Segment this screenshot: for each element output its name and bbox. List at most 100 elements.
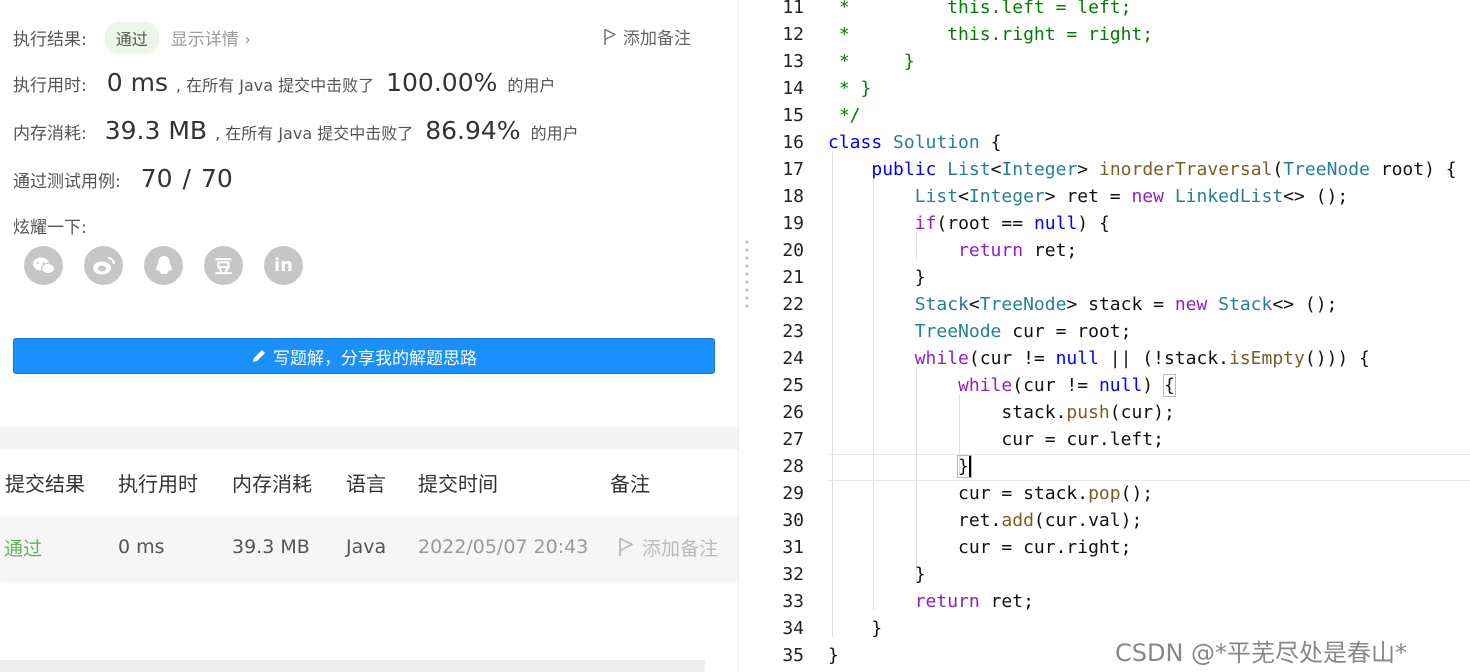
linkedin-icon[interactable]: in	[264, 246, 303, 285]
line-number: 28	[782, 456, 804, 477]
code-line: }	[957, 455, 972, 478]
write-solution-label: 写题解，分享我的解题思路	[273, 348, 477, 369]
write-solution-button[interactable]: 写题解，分享我的解题思路	[13, 338, 715, 374]
runtime-beat-text: , 在所有 Java 提交中击败了	[175, 76, 375, 95]
memory-percent: 86.94%	[425, 116, 521, 145]
add-note-button[interactable]: 添加备注	[603, 24, 691, 49]
col-language: 语言	[346, 471, 386, 496]
memory-row: 内存消耗: 39.3 MB , 在所有 Java 提交中击败了 86.94% 的…	[13, 116, 579, 145]
line-number: 24	[782, 348, 804, 369]
share-row: 炫耀一下:	[13, 213, 87, 238]
flag-icon	[619, 537, 633, 556]
code-line: * this.left = left;	[828, 0, 1132, 18]
line-number: 26	[782, 402, 804, 423]
runtime-label: 执行用时:	[13, 76, 87, 96]
memory-beat-text: , 在所有 Java 提交中击败了	[215, 124, 414, 143]
row-runtime: 0 ms	[118, 536, 165, 558]
show-details-link[interactable]: 显示详情 ›	[171, 25, 251, 50]
status-badge: 通过	[104, 22, 159, 54]
row-submit-time: 2022/05/07 20:43	[418, 536, 589, 558]
flag-icon	[604, 28, 616, 45]
runtime-value: 0 ms	[106, 68, 168, 97]
line-number: 30	[782, 510, 804, 531]
row-memory: 39.3 MB	[232, 536, 310, 558]
table-row[interactable]: 通过 0 ms 39.3 MB Java 2022/05/07 20:43 添加…	[0, 515, 738, 579]
code-line: */	[828, 105, 861, 126]
line-number: 12	[782, 24, 804, 45]
share-label: 炫耀一下:	[13, 218, 87, 238]
pencil-icon	[253, 350, 265, 362]
row-add-note-label: 添加备注	[642, 537, 719, 560]
code-line: while(cur != null || (!stack.isEmpty()))…	[914, 348, 1370, 369]
memory-tail: 的用户	[530, 124, 579, 143]
share-icons: 豆 in	[24, 246, 303, 285]
line-number: 17	[782, 159, 804, 180]
col-submit-time: 提交时间	[418, 471, 498, 496]
runtime-percent: 100.00%	[386, 68, 498, 97]
code-line: }	[828, 645, 839, 666]
code-line: }	[828, 564, 926, 585]
line-number: 29	[782, 483, 804, 504]
result-label: 执行结果:	[13, 30, 87, 50]
wechat-icon[interactable]	[24, 246, 63, 285]
col-runtime: 执行用时	[118, 471, 198, 496]
code-line: cur = cur.left;	[828, 429, 1164, 450]
line-number: 25	[782, 375, 804, 396]
line-number: 18	[782, 186, 804, 207]
code-line: Stack<TreeNode> stack = new Stack<> ();	[914, 294, 1338, 315]
code-line: while(cur != null) {	[958, 374, 1176, 397]
code-line: return ret;	[914, 591, 1034, 612]
line-number: 31	[782, 537, 804, 558]
line-number: 35	[782, 645, 804, 666]
weibo-icon[interactable]	[84, 246, 123, 285]
add-note-label: 添加备注	[623, 29, 691, 49]
tests-sep: /	[182, 164, 191, 193]
code-line: * this.right = right;	[828, 24, 1154, 45]
code-line: * }	[828, 78, 872, 99]
tests-row: 通过测试用例: 70 / 70	[13, 164, 241, 193]
line-number: 11	[782, 0, 804, 18]
line-number: 15	[782, 105, 804, 126]
watermark: CSDN @*平芜尽处是春山*	[1115, 639, 1408, 667]
submission-panel: 执行结果: 通过 显示详情 › 添加备注 执行用时: 0 ms , 在所有 Ja…	[0, 0, 738, 672]
line-number: 16	[782, 132, 804, 153]
memory-value: 39.3 MB	[104, 116, 208, 145]
line-number: 14	[782, 78, 804, 99]
line-number: 27	[782, 429, 804, 450]
pane-divider[interactable]	[738, 0, 757, 672]
runtime-row: 执行用时: 0 ms , 在所有 Java 提交中击败了 100.00% 的用户	[13, 68, 555, 97]
code-line: return ret;	[958, 240, 1078, 261]
code-editor[interactable]: 11 12 13 14 15 16 17 18 19 20 21 22 23 2…	[756, 0, 1470, 672]
code-line: ret.add(cur.val);	[828, 510, 1143, 531]
code-line: }	[828, 267, 926, 288]
line-number: 22	[782, 294, 804, 315]
line-number: 34	[782, 618, 804, 639]
line-number: 19	[782, 213, 804, 234]
douban-icon[interactable]: 豆	[204, 246, 243, 285]
col-memory: 内存消耗	[232, 471, 312, 496]
code-line: TreeNode cur = root;	[914, 321, 1132, 342]
tests-label: 通过测试用例:	[13, 172, 121, 192]
horizontal-scrollbar[interactable]	[0, 660, 705, 672]
submissions-table-header: 提交结果 执行用时 内存消耗 语言 提交时间 备注	[0, 450, 738, 514]
row-result-link[interactable]: 通过	[4, 534, 42, 561]
code-line: class Solution {	[828, 132, 1002, 153]
col-result: 提交结果	[5, 471, 85, 496]
line-number: 32	[782, 564, 804, 585]
tests-passed: 70	[140, 164, 173, 193]
qq-icon[interactable]	[144, 246, 183, 285]
resize-handle-icon[interactable]	[745, 238, 749, 308]
line-number: 20	[782, 240, 804, 261]
row-add-note-button[interactable]: 添加备注	[618, 534, 718, 561]
code-line: * }	[828, 51, 915, 72]
code-line: stack.push(cur);	[828, 402, 1175, 423]
code-line: if(root == null) {	[914, 213, 1110, 234]
line-number: 23	[782, 321, 804, 342]
code-line: List<Integer> ret = new LinkedList<> ();	[914, 186, 1349, 207]
result-row: 执行结果: 通过 显示详情 ›	[13, 22, 251, 54]
code-line: public List<Integer> inorderTraversal(Tr…	[871, 159, 1457, 180]
row-language: Java	[346, 536, 387, 558]
line-number: 33	[782, 591, 804, 612]
code-line: cur = stack.pop();	[828, 483, 1154, 504]
tests-total: 70	[200, 164, 233, 193]
